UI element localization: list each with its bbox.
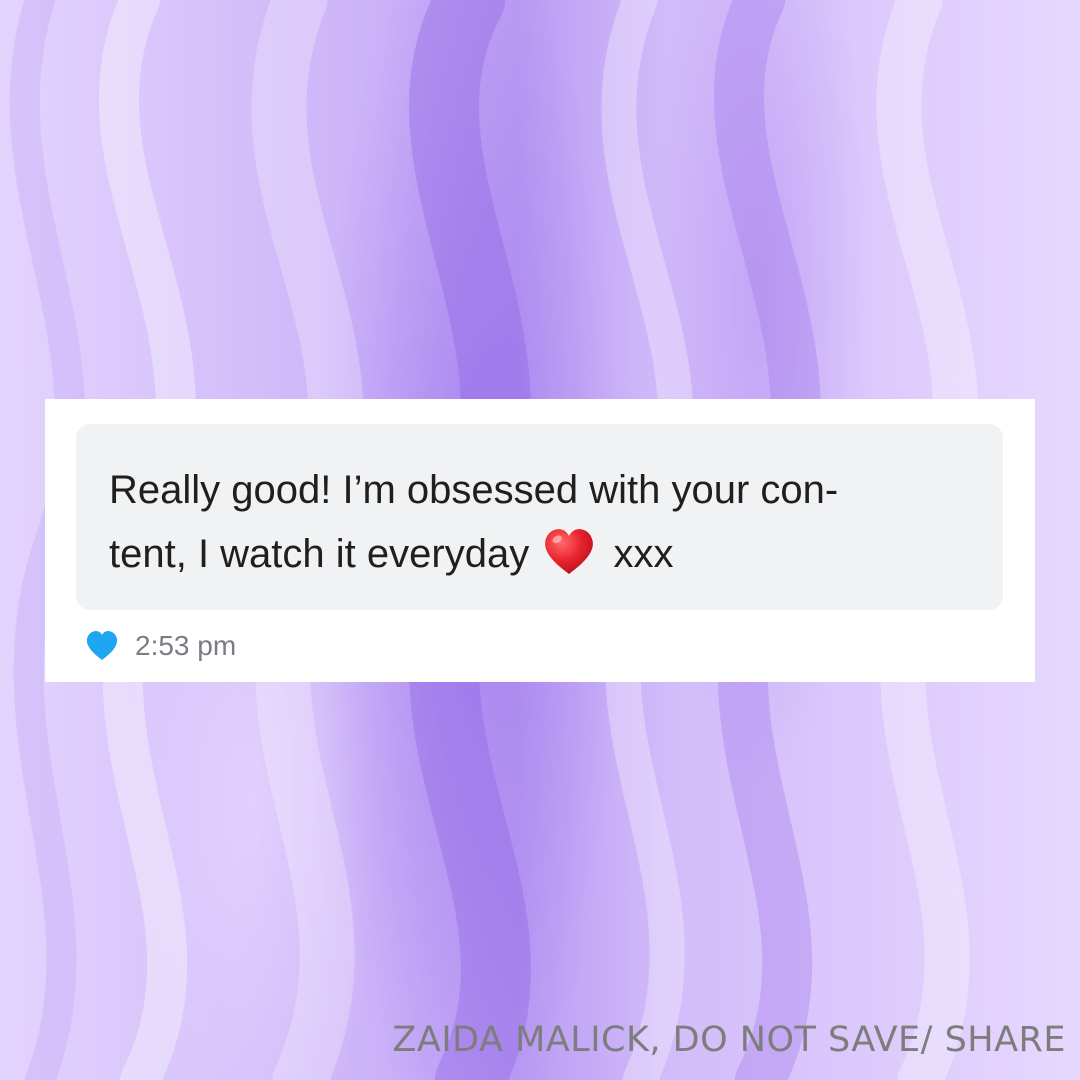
- message-text: Really good! I’m obsessed with your con-…: [109, 458, 979, 586]
- red-heart-emoji: [545, 529, 594, 574]
- message-timestamp: 2:53 pm: [135, 630, 237, 661]
- message-line-1: Really good! I’m obsessed with your con-: [109, 468, 839, 512]
- watermark-text: ZAIDA MALICK, DO NOT SAVE/ SHARE: [392, 1020, 1066, 1060]
- message-bubble[interactable]: Really good! I’m obsessed with your con-…: [76, 424, 1003, 610]
- blue-heart-icon[interactable]: [85, 629, 119, 663]
- message-line-2-start: tent, I watch it everyday: [109, 532, 530, 576]
- message-line-2-end: xxx: [613, 532, 674, 576]
- message-meta: 2:53 pm: [85, 621, 236, 671]
- message-card: Really good! I’m obsessed with your con-…: [45, 399, 1035, 682]
